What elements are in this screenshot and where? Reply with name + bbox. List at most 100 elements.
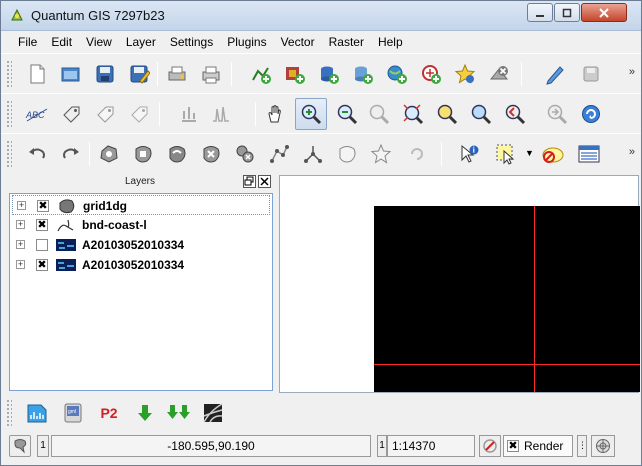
expand-icon[interactable]: + xyxy=(17,201,26,210)
layer-row[interactable]: + ✖ bnd-coast-l xyxy=(12,215,270,235)
panel-float-button[interactable] xyxy=(243,175,256,188)
toolbar-grip[interactable] xyxy=(6,140,12,168)
add-wfs-layer-button[interactable] xyxy=(415,58,447,90)
zoom-in-button[interactable] xyxy=(295,98,327,130)
projection-button[interactable] xyxy=(591,435,615,457)
download-button[interactable] xyxy=(129,397,161,429)
layer-visibility-checkbox[interactable]: ✖ xyxy=(36,219,48,231)
zoom-actual-button[interactable] xyxy=(541,98,573,130)
add-ring-button[interactable] xyxy=(93,138,125,170)
select-dropdown-icon[interactable]: ▼ xyxy=(525,148,534,158)
zoom-out-button[interactable] xyxy=(331,98,363,130)
save-as-button[interactable] xyxy=(123,58,155,90)
open-project-button[interactable] xyxy=(55,58,87,90)
pan-button[interactable] xyxy=(259,98,291,130)
menu-plugins[interactable]: Plugins xyxy=(220,31,273,53)
rotate-feature-button[interactable] xyxy=(401,138,433,170)
zoom-next-button[interactable] xyxy=(499,98,531,130)
move-label-button[interactable] xyxy=(55,98,87,130)
coordinate-toggle[interactable]: 1 xyxy=(37,435,49,457)
delete-ring-button[interactable] xyxy=(195,138,227,170)
change-label-button[interactable] xyxy=(123,98,155,130)
fill-ring-button[interactable] xyxy=(161,138,193,170)
split-features-button[interactable] xyxy=(297,138,329,170)
menu-layer[interactable]: Layer xyxy=(119,31,163,53)
toolbar-grip[interactable] xyxy=(6,100,12,128)
add-wms-layer-button[interactable] xyxy=(381,58,413,90)
deselect-button[interactable] xyxy=(537,138,569,170)
refresh-button[interactable] xyxy=(575,98,607,130)
add-part-button[interactable] xyxy=(127,138,159,170)
maximize-button[interactable] xyxy=(554,3,580,22)
zoom-last-button[interactable] xyxy=(465,98,497,130)
label-button[interactable]: ABC xyxy=(21,98,53,130)
zoom-to-layer-button[interactable] xyxy=(431,98,463,130)
save-edits-button[interactable] xyxy=(575,58,607,90)
new-shapefile-button[interactable] xyxy=(449,58,481,90)
add-vector-layer-button[interactable] xyxy=(245,58,277,90)
scale-display[interactable]: 1:14370 xyxy=(387,435,475,457)
add-raster-layer-button[interactable] xyxy=(279,58,311,90)
minimize-button[interactable] xyxy=(527,3,553,22)
toolbar-grip[interactable] xyxy=(6,60,12,88)
layer-row[interactable]: + A20103052010334 xyxy=(12,235,270,255)
layer-visibility-checkbox[interactable]: ✖ xyxy=(36,259,48,271)
toolbar-overflow-icon[interactable]: » xyxy=(629,146,635,158)
pin-label-button[interactable] xyxy=(173,98,205,130)
menu-file[interactable]: File xyxy=(11,31,44,53)
toolbar-grip[interactable] xyxy=(6,399,12,427)
map-canvas[interactable] xyxy=(279,175,640,393)
layer-tree[interactable]: + ✖ grid1dg + ✖ bnd-coast-l + A201030520… xyxy=(9,193,273,391)
menu-vector[interactable]: Vector xyxy=(274,31,322,53)
new-raster-button[interactable] xyxy=(21,397,53,429)
download-all-button[interactable] xyxy=(163,397,195,429)
save-project-button[interactable] xyxy=(89,58,121,90)
expand-icon[interactable]: + xyxy=(16,260,25,269)
refresh-icon xyxy=(582,105,600,123)
print-composer-button[interactable] xyxy=(161,58,193,90)
layer-visibility-checkbox[interactable] xyxy=(36,239,48,251)
node-tool-button[interactable] xyxy=(263,138,295,170)
stop-render-button[interactable] xyxy=(479,435,501,457)
add-spatialite-layer-button[interactable] xyxy=(347,58,379,90)
layer-row[interactable]: + ✖ A20103052010334 xyxy=(12,255,270,275)
merge-features-button[interactable] xyxy=(331,138,363,170)
projection-toggle[interactable]: ⋮ xyxy=(577,435,587,457)
print-button[interactable] xyxy=(195,58,227,90)
select-button[interactable] xyxy=(491,138,523,170)
expand-icon[interactable]: + xyxy=(16,240,25,249)
python-button[interactable]: P2 xyxy=(93,397,125,429)
expand-icon[interactable]: + xyxy=(16,220,25,229)
coordinate-display[interactable]: -180.595,90.190 xyxy=(51,435,371,457)
menu-raster[interactable]: Raster xyxy=(322,31,371,53)
grass-button[interactable] xyxy=(197,397,229,429)
reshape-button[interactable] xyxy=(365,138,397,170)
layer-row[interactable]: + ✖ grid1dg xyxy=(12,195,270,215)
identify-button[interactable]: i xyxy=(453,138,485,170)
remove-layer-button[interactable] xyxy=(483,58,515,90)
render-toggle[interactable]: ✖ Render xyxy=(503,435,573,457)
scale-toggle[interactable]: 1 xyxy=(377,435,387,457)
menu-view[interactable]: View xyxy=(79,31,119,53)
messages-button[interactable] xyxy=(9,435,31,457)
close-button[interactable] xyxy=(581,3,627,22)
menu-edit[interactable]: Edit xyxy=(44,31,79,53)
new-project-button[interactable] xyxy=(21,58,53,90)
attribute-table-button[interactable] xyxy=(573,138,605,170)
delete-part-button[interactable] xyxy=(229,138,261,170)
undo-button[interactable] xyxy=(21,138,53,170)
zoom-to-selection-button[interactable] xyxy=(397,98,429,130)
panel-close-button[interactable] xyxy=(258,175,271,188)
menu-settings[interactable]: Settings xyxy=(163,31,220,53)
menu-help[interactable]: Help xyxy=(371,31,410,53)
rotate-label-button[interactable] xyxy=(89,98,121,130)
gps-button[interactable]: gml xyxy=(57,397,89,429)
redo-button[interactable] xyxy=(55,138,87,170)
toolbar-overflow-icon[interactable]: » xyxy=(629,66,635,78)
zoom-full-button[interactable] xyxy=(363,98,395,130)
render-checkbox[interactable]: ✖ xyxy=(507,440,519,452)
add-postgis-layer-button[interactable] xyxy=(313,58,345,90)
histogram-button[interactable] xyxy=(205,98,237,130)
toggle-editing-button[interactable] xyxy=(539,58,571,90)
layer-visibility-checkbox[interactable]: ✖ xyxy=(37,200,49,212)
